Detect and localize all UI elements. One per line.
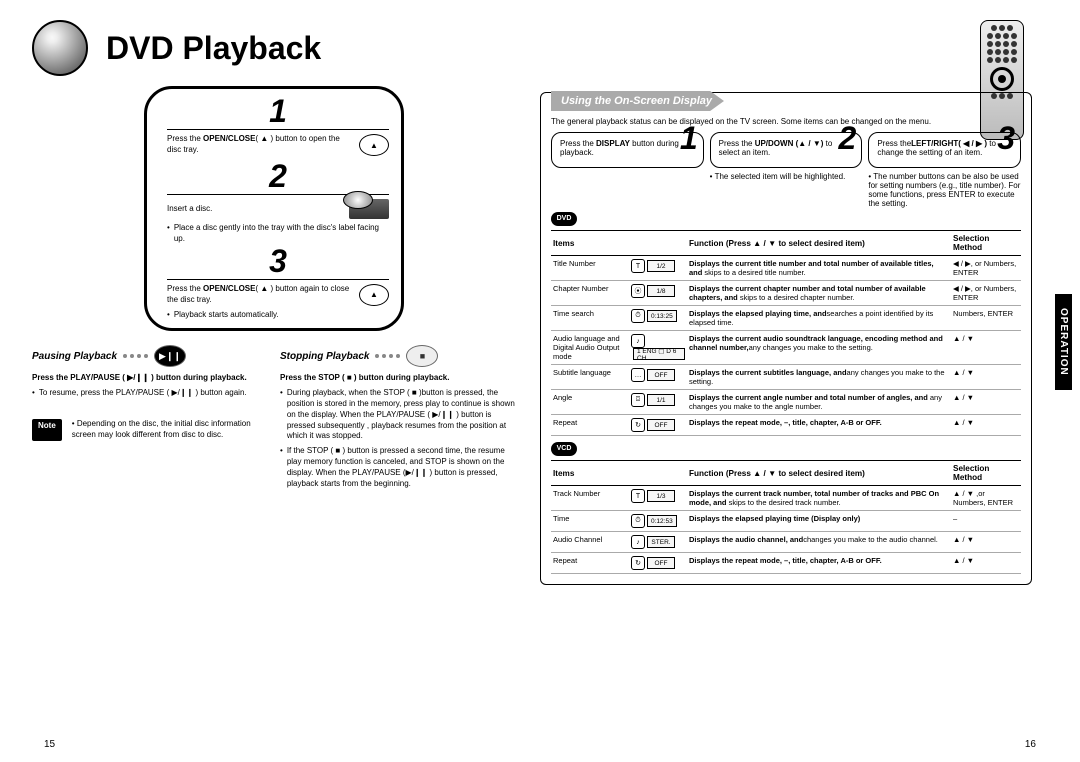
note-row: Note • Depending on the disc, the initia… [32,419,268,441]
step-1-number: 1 [167,95,389,127]
page-title: DVD Playback [106,30,321,67]
page-header: DVD Playback [32,20,1048,76]
side-tab-operation: OPERATION [1055,294,1072,390]
th-function: Function (Press ▲ / ▼ to select desired … [687,461,951,486]
header-sphere-icon [32,20,88,76]
onscreen-display-card: Using the On-Screen Display The general … [540,92,1032,585]
play-pause-icon: ▶❙❙ [154,345,186,367]
osd-step-2: 2 Press the UP/DOWN (▲ / ▼) to select an… [710,132,863,208]
step-3-text: Press the OPEN/CLOSE( ▲ ) button again t… [167,284,353,306]
pausing-main: Press the PLAY/PAUSE ( ▶/❙❙ ) button dur… [32,373,247,382]
remote-ring-icon [990,67,1014,91]
page-num-right: 16 [1025,739,1036,750]
step-card: 1 Press the OPEN/CLOSE( ▲ ) button to op… [144,86,404,331]
disc-tray-icon [349,199,389,219]
dots-icon [123,354,148,358]
step-2-text: Insert a disc. [167,204,343,215]
open-close-button-icon: ▲ [359,284,389,306]
page-num-left: 15 [44,739,55,750]
step-3-note: •Playback starts automatically. [167,310,389,321]
table-row: Time⏱0:12:53Displays the elapsed playing… [551,511,1021,532]
pausing-title: Pausing Playback [32,351,117,362]
dvd-items-table: Items Function (Press ▲ / ▼ to select de… [551,230,1021,436]
th-icon [629,231,687,256]
stopping-title: Stopping Playback [280,351,369,362]
vcd-items-table: Items Function (Press ▲ / ▼ to select de… [551,460,1021,574]
step-2-note: •Place a disc gently into the tray with … [167,223,389,245]
osd-step-3-num: 3 [997,120,1015,157]
vcd-badge: VCD [551,442,577,456]
table-row: Chapter Number⦿1/8Displays the current c… [551,281,1021,306]
table-row: Track NumberT1/3Displays the current tra… [551,486,1021,511]
dots-icon [375,354,400,358]
table-row: Time search⏱0:13:25Displays the elapsed … [551,306,1021,331]
th-items: Items [551,461,629,486]
table-row: Repeat↻OFFDisplays the repeat mode, –, t… [551,553,1021,574]
table-row: Title NumberT1/2Displays the current tit… [551,256,1021,281]
table-row: Subtitle language…OFFDisplays the curren… [551,365,1021,390]
table-row: Audio Channel♪STER.Displays the audio ch… [551,532,1021,553]
card-intro: The general playback status can be displ… [551,117,1021,126]
th-selection: Selection Method [951,231,1021,256]
note-badge: Note [32,419,62,441]
stopping-main: Press the STOP ( ■ ) button during playb… [280,373,449,382]
th-function: Function (Press ▲ / ▼ to select desired … [687,231,951,256]
card-tab-title: Using the On-Screen Display [551,91,724,111]
table-row: Audio language and Digital Audio Output … [551,331,1021,365]
step-1-text: Press the OPEN/CLOSE( ▲ ) button to open… [167,134,353,156]
th-icon [629,461,687,486]
dvd-badge: DVD [551,212,577,226]
table-row: Angle⌼1/1Displays the current angle numb… [551,390,1021,415]
step-2-number: 2 [167,160,389,192]
stopping-bullet-2: •If the STOP ( ■ ) button is pressed a s… [280,446,516,489]
step-3-number: 3 [167,245,389,277]
stopping-bullet-1: •During playback, when the STOP ( ■ )but… [280,388,516,442]
th-selection: Selection Method [951,461,1021,486]
osd-step-1: 1 Press the DISPLAY button during playba… [551,132,704,208]
table-row: Repeat↻OFFDisplays the repeat mode, –, t… [551,415,1021,436]
open-close-button-icon: ▲ [359,134,389,156]
osd-step-2-num: 2 [839,120,857,157]
osd-step-3: 3 Press theLEFT/RIGHT( ◀ / ▶ ) to change… [868,132,1021,208]
osd-step-1-num: 1 [680,120,698,157]
pausing-bullet: •To resume, press the PLAY/PAUSE ( ▶/❙❙ … [32,388,268,399]
th-items: Items [551,231,629,256]
stop-icon: ■ [406,345,438,367]
